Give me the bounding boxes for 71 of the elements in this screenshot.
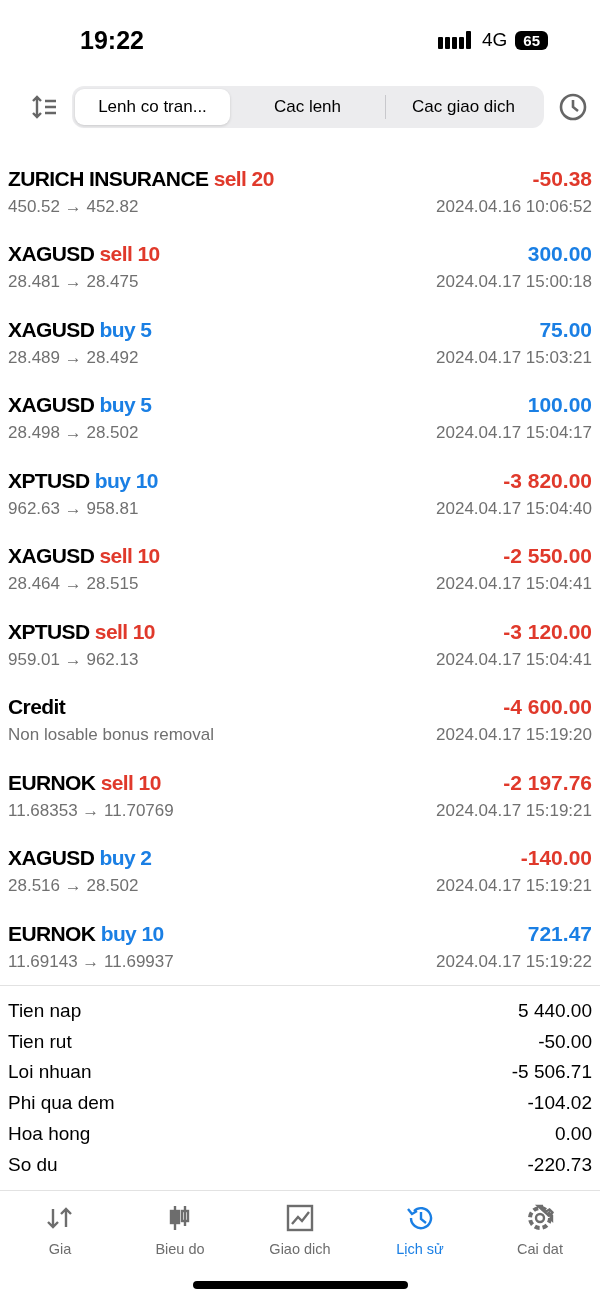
deal-time: 2024.04.17 15:04:41 — [436, 574, 592, 595]
summary-value: -220.73 — [527, 1153, 592, 1176]
deal-title: XAGUSD buy 5 — [8, 393, 152, 418]
summary-label: Hoa hong — [8, 1123, 91, 1146]
deal-time: 2024.04.17 15:19:22 — [436, 951, 592, 972]
deal-profit: 300.00 — [527, 242, 592, 267]
summary-value: -5 506.71 — [511, 1061, 592, 1084]
deal-title: XPTUSD sell 10 — [8, 619, 155, 644]
tab-bar-item[interactable]: Gia — [5, 1203, 115, 1284]
deal-profit: 75.00 — [539, 317, 592, 342]
deal-time: 2024.04.17 15:03:21 — [436, 347, 592, 368]
deal-profit: -4 600.00 — [503, 695, 592, 720]
deal-title: EURNOK sell 10 — [8, 770, 161, 795]
deal-title: Credit — [8, 695, 66, 720]
deal-profit: -2 197.76 — [503, 770, 592, 795]
deal-time: 2024.04.17 15:00:18 — [436, 272, 592, 293]
deal-time: 2024.04.17 15:04:17 — [436, 423, 592, 444]
deal-profit: -3 820.00 — [503, 468, 592, 493]
tab-bar-item[interactable]: Bieu do — [125, 1203, 235, 1284]
deal-detail: Non losable bonus removal — [8, 725, 214, 746]
deal-detail: 450.52 → 452.82 — [8, 196, 139, 217]
deal-profit: -50.38 — [532, 166, 592, 191]
segment-tab[interactable]: Lenh co tran... — [75, 89, 230, 125]
deal-title: XAGUSD sell 10 — [8, 242, 160, 267]
deal-detail: 28.481 → 28.475 — [8, 272, 139, 293]
deal-detail: 28.516 → 28.502 — [8, 876, 139, 897]
tab-bar-item[interactable]: Lịch sử — [365, 1203, 475, 1284]
deal-time: 2024.04.17 15:19:21 — [436, 876, 592, 897]
deal-profit: -2 550.00 — [503, 544, 592, 569]
segment-tab[interactable]: Cac giao dich — [386, 89, 541, 125]
summary-label: So du — [8, 1153, 58, 1176]
tab-bar-item[interactable]: Cai dat — [485, 1203, 595, 1284]
deal-detail: 11.68353 → 11.70769 — [8, 800, 174, 821]
deal-title: EURNOK buy 10 — [8, 921, 164, 946]
deal-time: 2024.04.17 15:04:40 — [436, 498, 592, 519]
segment-tab[interactable]: Cac lenh — [230, 89, 385, 125]
summary-label: Loi nhuan — [8, 1061, 92, 1084]
deal-detail: 28.498 → 28.502 — [8, 423, 139, 444]
signal-icon — [437, 31, 474, 49]
network-type: 4G — [481, 29, 508, 51]
battery-level: 65 — [515, 30, 548, 50]
summary-value: -104.02 — [527, 1092, 592, 1115]
summary-value: 5 440.00 — [518, 999, 592, 1022]
deal-title: XAGUSD buy 2 — [8, 846, 152, 871]
deal-detail: 28.464 → 28.515 — [8, 574, 139, 595]
summary-value: 0.00 — [555, 1123, 592, 1146]
summary-value: -50.00 — [538, 1030, 592, 1053]
deal-time: 2024.04.17 15:19:21 — [436, 800, 592, 821]
deal-time: 2024.04.17 15:19:20 — [436, 725, 592, 746]
summary-label: Phi qua dem — [8, 1092, 115, 1115]
summary-label: Tien nap — [8, 999, 82, 1022]
deal-detail: 959.01 → 962.13 — [8, 649, 139, 670]
deal-title: XPTUSD buy 10 — [8, 468, 158, 493]
deal-title: ZURICH INSURANCE sell 20 — [8, 166, 274, 191]
status-time: 19:22 — [80, 25, 144, 55]
deal-time: 2024.04.16 10:06:52 — [436, 196, 592, 217]
summary-label: Tien rut — [8, 1030, 72, 1053]
tab-bar-item[interactable]: Giao dich — [245, 1203, 355, 1284]
deal-profit: 100.00 — [527, 393, 592, 418]
line-chart-icon — [285, 1203, 315, 1234]
deal-title: XAGUSD buy 5 — [8, 317, 152, 342]
deal-detail: 11.69143 → 11.69937 — [8, 951, 174, 972]
deal-profit: -140.00 — [520, 846, 592, 871]
deal-time: 2024.04.17 15:04:41 — [436, 649, 592, 670]
deal-profit: 721.47 — [527, 921, 592, 946]
clock-icon[interactable] — [558, 92, 588, 122]
deal-profit: -3 120.00 — [503, 619, 592, 644]
sort-icon[interactable] — [30, 95, 58, 119]
deal-title: XAGUSD sell 10 — [8, 544, 160, 569]
deal-detail: 28.489 → 28.492 — [8, 347, 139, 368]
deal-detail: 962.63 → 958.81 — [8, 498, 139, 519]
